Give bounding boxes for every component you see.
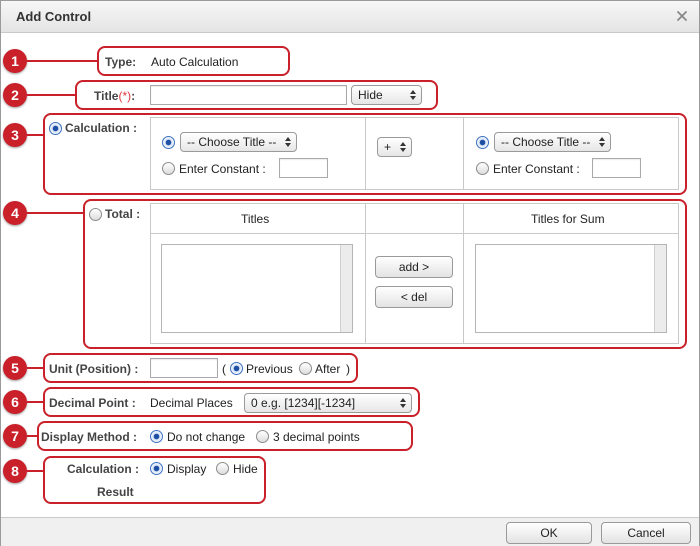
callout-line-6 [27,401,43,403]
left-choose-title-select[interactable]: -- Choose Title -- [180,132,297,152]
callout-line-5 [27,367,43,369]
right-constant-input[interactable] [592,158,641,178]
total-divider-left [365,203,366,344]
title-input[interactable] [150,85,347,105]
callout-line-7 [27,435,37,437]
unit-after-radio[interactable] [299,362,312,375]
ok-button[interactable]: OK [506,522,592,544]
left-choose-title-value: -- Choose Title -- [187,135,277,149]
do-not-change-label: Do not change [167,430,246,444]
type-label: Type: [105,55,137,69]
del-button[interactable]: < del [375,286,453,308]
unit-open-paren: ( [222,362,226,376]
type-value: Auto Calculation [151,55,239,69]
left-constant-input[interactable] [279,158,328,178]
callout-line-8 [27,470,43,472]
calc-divider-left [365,117,366,190]
callout-badge-7: 7 [3,424,27,448]
callout-badge-3: 3 [3,123,27,147]
cancel-button[interactable]: Cancel [601,522,691,544]
total-label: Total : [105,207,141,221]
callout-badge-6: 6 [3,390,27,414]
operator-value: + [384,140,392,154]
unit-input[interactable] [150,358,218,378]
calculation-panel [150,117,679,190]
close-icon[interactable] [675,9,689,23]
do-not-change-radio[interactable] [150,430,163,443]
left-choose-title-radio[interactable] [162,136,175,149]
result-display-label: Display [167,462,207,476]
titles-for-sum-scrollbar[interactable] [654,245,666,332]
total-radio[interactable] [89,208,102,221]
dialog-titlebar: Add Control [1,1,699,33]
callout-badge-8: 8 [3,459,27,483]
calculation-label: Calculation : [65,121,138,135]
result-display-radio[interactable] [150,462,163,475]
calc-result-label-line1: Calculation : [67,462,140,476]
right-enter-constant-radio[interactable] [476,162,489,175]
add-control-dialog: Add Control 1 Type: Auto Calculation 2 T… [0,0,700,546]
callout-badge-5: 5 [3,356,27,380]
callout-line-1 [27,60,97,62]
right-enter-constant-label: Enter Constant : [493,162,580,176]
select-arrows-icon [410,90,416,100]
callout-line-4 [27,212,83,214]
required-marker: (*) [118,89,132,103]
titles-for-sum-listbox[interactable] [475,244,667,333]
calc-result-label-line2: Result [97,485,134,499]
result-hide-label: Hide [233,462,258,476]
display-method-label: Display Method : [41,430,138,444]
dialog-footer: OK Cancel [1,517,699,546]
three-decimal-points-radio[interactable] [256,430,269,443]
unit-after-label: After [315,362,341,376]
calculation-radio[interactable] [49,122,62,135]
three-decimal-points-label: 3 decimal points [273,430,360,444]
result-hide-radio[interactable] [216,462,229,475]
unit-close-paren: ) [346,362,350,376]
title-visibility-select[interactable]: Hide [351,85,422,105]
left-enter-constant-label: Enter Constant : [179,162,266,176]
right-choose-title-select[interactable]: -- Choose Title -- [494,132,611,152]
title-label: Title(*): [94,89,136,103]
callout-line-3 [27,134,43,136]
decimal-places-label: Decimal Places [150,396,233,410]
total-header-divider [150,233,679,234]
select-arrows-icon [599,137,605,147]
right-choose-title-radio[interactable] [476,136,489,149]
callout-badge-2: 2 [3,83,27,107]
dialog-title: Add Control [16,9,92,24]
callout-badge-4: 4 [3,201,27,225]
decimal-places-select[interactable]: 0 e.g. [1234][-1234] [244,393,412,413]
select-arrows-icon [400,398,406,408]
decimal-places-value: 0 e.g. [1234][-1234] [251,396,356,410]
callout-badge-1: 1 [3,49,27,73]
add-button[interactable]: add > [375,256,453,278]
right-choose-title-value: -- Choose Title -- [501,135,591,149]
unit-label: Unit (Position) : [49,362,139,376]
titles-scrollbar[interactable] [340,245,352,332]
left-enter-constant-radio[interactable] [162,162,175,175]
titles-listbox[interactable] [161,244,353,333]
select-arrows-icon [400,142,406,152]
calc-divider-right [463,117,464,190]
total-divider-right [463,203,464,344]
unit-previous-radio[interactable] [230,362,243,375]
unit-previous-label: Previous [246,362,293,376]
select-arrows-icon [285,137,291,147]
titles-header: Titles [241,212,270,226]
callout-line-2 [27,94,75,96]
titles-for-sum-header: Titles for Sum [531,212,605,226]
operator-select[interactable]: + [377,137,412,157]
title-visibility-value: Hide [358,88,383,102]
decimal-point-label: Decimal Point : [49,396,136,410]
